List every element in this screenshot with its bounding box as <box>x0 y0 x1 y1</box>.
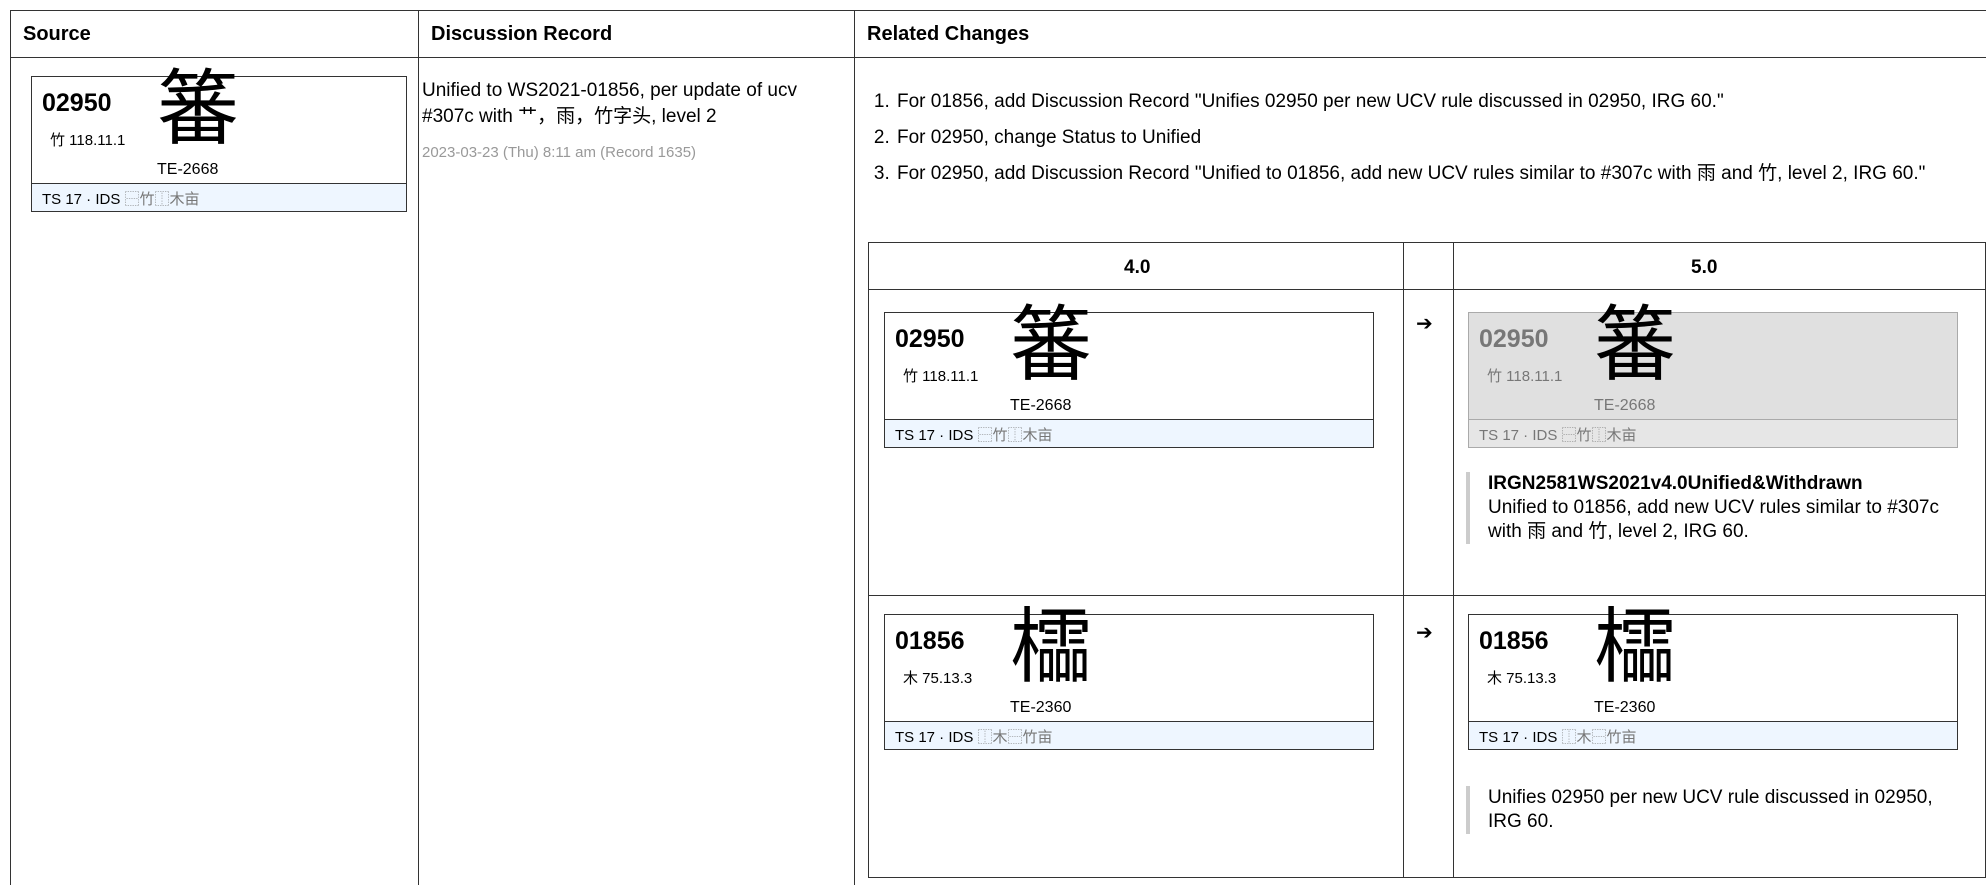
card-radical: 木 75.13.3 <box>903 670 973 687</box>
source-card-02950[interactable]: 02950 竹 118.11.1 䉒 TE-2668 TS 17 · IDS ⿱… <box>31 69 407 212</box>
card-footer: TS 17 · IDS ⿱竹⿰木亩 <box>885 419 1373 447</box>
related-changes-list: For 01856, add Discussion Record "Unifie… <box>870 90 1960 198</box>
v4-header: 4.0 <box>1124 257 1151 278</box>
card-radical: 竹 118.11.1 <box>1487 368 1563 385</box>
card-ids: ⿱竹⿰木亩 <box>124 191 200 208</box>
card-ts: TS 17 · IDS <box>42 191 121 208</box>
card-footer: TS 17 · IDS ⿰木⿱竹亩 <box>885 721 1373 749</box>
discussion-note-02950: IRGN2581WS2021v4.0Unified&Withdrawn Unif… <box>1466 472 1956 544</box>
discussion-text: Unified to WS2021-01856, per update of u… <box>422 80 797 127</box>
card-glyph: 䉒 <box>157 62 240 157</box>
card-te: TE-2668 <box>1010 397 1072 414</box>
discussion-header: Discussion Record <box>419 11 854 58</box>
card-radical: 木 75.13.3 <box>1487 670 1557 687</box>
related-header: Related Changes <box>855 11 1986 58</box>
card-footer: TS 17 · IDS ⿱竹⿰木亩 <box>1469 419 1957 447</box>
card-radical: 竹 118.11.1 <box>50 132 126 149</box>
card-glyph: 櫺 <box>1594 600 1677 695</box>
card-te: TE-2360 <box>1594 699 1656 716</box>
discussion-note-01856: Unifies 02950 per new UCV rule discussed… <box>1466 786 1936 834</box>
card-ids: ⿰木⿱竹亩 <box>1561 729 1637 746</box>
note-title: IRGN2581WS2021v4.0Unified&Withdrawn <box>1488 473 1863 494</box>
card-radical: 竹 118.11.1 <box>903 368 979 385</box>
card-footer: TS 17 · IDS ⿰木⿱竹亩 <box>1469 721 1957 749</box>
list-item: For 02950, change Status to Unified <box>895 126 1960 150</box>
v4-card-01856[interactable]: 01856 木 75.13.3 櫺 TE-2360 TS 17 · IDS ⿰木… <box>884 607 1374 750</box>
card-ts: TS 17 · IDS <box>895 427 974 444</box>
list-item: For 01856, add Discussion Record "Unifie… <box>895 90 1960 114</box>
card-ts: TS 17 · IDS <box>895 729 974 746</box>
card-glyph: 䉒 <box>1010 298 1093 393</box>
card-code: 02950 <box>1479 325 1549 353</box>
card-ts: TS 17 · IDS <box>1479 729 1558 746</box>
card-code: 01856 <box>895 627 965 655</box>
source-header: Source <box>11 11 418 58</box>
row-divider <box>869 595 1985 596</box>
compare-header-row <box>869 243 1985 290</box>
card-code: 02950 <box>895 325 965 353</box>
arrow-column <box>1404 243 1454 877</box>
card-footer: TS 17 · IDS ⿱竹⿰木亩 <box>32 183 406 211</box>
discussion-column: Discussion Record <box>419 11 855 885</box>
card-ids: ⿱竹⿰木亩 <box>1561 427 1637 444</box>
card-te: TE-2668 <box>1594 397 1656 414</box>
list-item: For 02950, add Discussion Record "Unifie… <box>895 162 1960 186</box>
v5-card-02950[interactable]: 02950 竹 118.11.1 䉒 TE-2668 TS 17 · IDS ⿱… <box>1468 305 1958 448</box>
card-te: TE-2360 <box>1010 699 1072 716</box>
card-glyph: 櫺 <box>1010 600 1093 695</box>
note-text: Unifies 02950 per new UCV rule discussed… <box>1488 787 1933 832</box>
card-te: TE-2668 <box>157 161 219 178</box>
card-code: 02950 <box>42 89 112 117</box>
card-glyph: 䉒 <box>1594 298 1677 393</box>
arrow-right-icon: ➔ <box>1416 622 1433 644</box>
v5-header: 5.0 <box>1691 257 1718 278</box>
arrow-right-icon: ➔ <box>1416 313 1433 335</box>
note-text: Unified to 01856, add new UCV rules simi… <box>1488 497 1939 542</box>
card-code: 01856 <box>1479 627 1549 655</box>
card-ts: TS 17 · IDS <box>1479 427 1558 444</box>
v4-card-02950[interactable]: 02950 竹 118.11.1 䉒 TE-2668 TS 17 · IDS ⿱… <box>884 305 1374 448</box>
discussion-meta: 2023-03-23 (Thu) 8:11 am (Record 1635) <box>422 144 697 161</box>
card-ids: ⿰木⿱竹亩 <box>977 729 1053 746</box>
card-ids: ⿱竹⿰木亩 <box>977 427 1053 444</box>
v5-card-01856[interactable]: 01856 木 75.13.3 櫺 TE-2360 TS 17 · IDS ⿰木… <box>1468 607 1958 750</box>
